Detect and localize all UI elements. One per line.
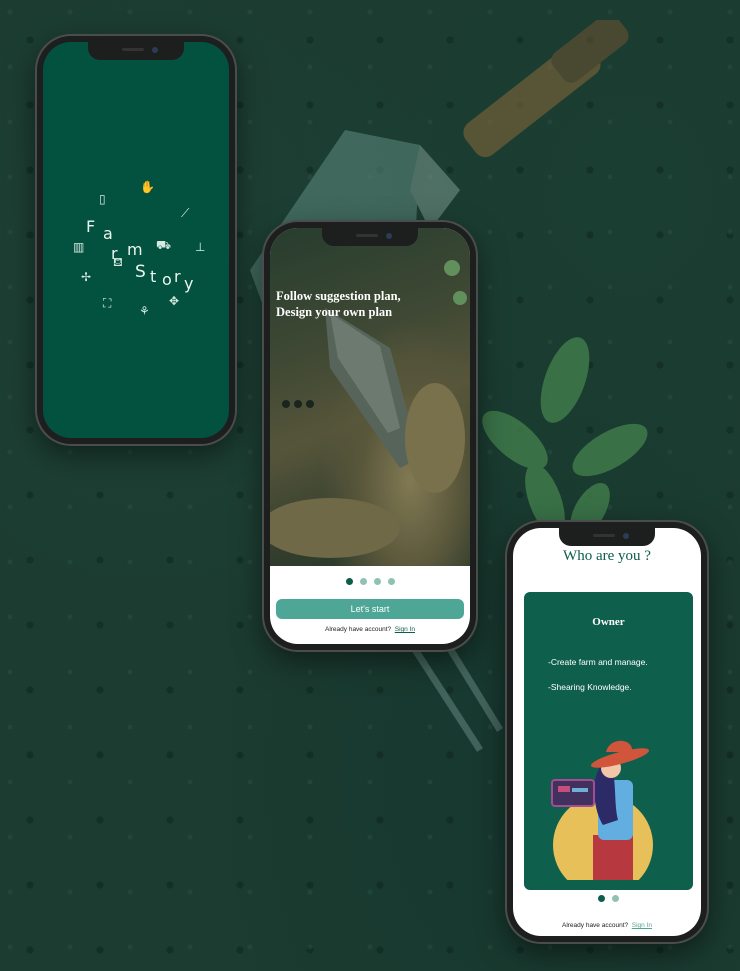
sign-in-link[interactable]: Sign In — [395, 626, 415, 633]
phone-notch — [559, 528, 655, 546]
sign-in-prompt: Already have account? Sign In — [513, 922, 701, 929]
scarecrow-icon: ✥ — [169, 294, 180, 308]
gardening-photo: Follow suggestion plan, Design your own … — [270, 228, 470, 566]
phone-notch — [322, 228, 418, 246]
logo-letter-r2: r — [174, 267, 181, 286]
onboarding-phone: Follow suggestion plan, Design your own … — [264, 222, 476, 650]
windmill-icon: ✢ — [81, 270, 92, 284]
seed-bag-icon: ▯ — [99, 192, 106, 206]
owner-role-card[interactable]: Owner -Create farm and manage. -Shearing… — [524, 592, 693, 890]
logo-letter-a: a — [103, 224, 113, 243]
farmer-woman-illustration — [551, 740, 653, 880]
page-dot-1[interactable] — [346, 578, 353, 585]
page-dot-2[interactable] — [612, 895, 619, 902]
logo-letter-y: y — [184, 274, 194, 293]
phone-notch — [88, 42, 184, 60]
onboarding-screen: Follow suggestion plan, Design your own … — [270, 228, 470, 644]
splash-phone: F a r m S t o r y ▯ ✋ ⟋ ▥ ⛟ ⊥ ⛾ ✢ ⛶ ⚘ ✥ — [37, 36, 235, 444]
onboarding-headline: Follow suggestion plan, Design your own … — [276, 288, 401, 320]
sign-in-link[interactable]: Sign In — [632, 922, 652, 929]
lawnmower-icon: ⛟ — [156, 238, 172, 252]
page-indicator — [346, 578, 395, 585]
background-plant-illustration — [482, 337, 648, 538]
page-dot-2[interactable] — [360, 578, 367, 585]
logo-letter-s: S — [135, 262, 146, 282]
logo-letter-f: F — [86, 217, 96, 236]
trowel-icon: ⟋ — [181, 206, 190, 220]
headline-line-2: Design your own plan — [276, 305, 393, 319]
headline-line-1: Follow suggestion plan, — [276, 289, 401, 303]
role-select-screen: Who are you ? Owner -Create farm and man… — [513, 528, 701, 936]
sign-in-prompt: Already have account? Sign In — [270, 626, 470, 633]
wheelbarrow-icon: ⛾ — [113, 255, 123, 269]
lets-start-button[interactable]: Let's start — [276, 599, 464, 619]
page-dot-4[interactable] — [388, 578, 395, 585]
page-dot-1[interactable] — [598, 895, 605, 902]
logo-letter-o: o — [162, 270, 172, 289]
plant-icon: ⚘ — [139, 304, 150, 318]
logo-letter-m: m — [127, 240, 143, 259]
page-dot-3[interactable] — [374, 578, 381, 585]
logo-letter-t: t — [150, 267, 157, 286]
role-card-bullet-2: -Shearing Knowledge. — [548, 682, 632, 692]
fence-icon: ▥ — [73, 240, 85, 254]
watering-can-icon: ⛶ — [103, 296, 112, 310]
gloves-icon: ✋ — [140, 180, 155, 194]
role-select-phone: Who are you ? Owner -Create farm and man… — [507, 522, 707, 942]
page-title: Who are you ? — [563, 548, 651, 564]
page-indicator — [598, 895, 619, 902]
splash-screen: F a r m S t o r y ▯ ✋ ⟋ ▥ ⛟ ⊥ ⛾ ✢ ⛶ ⚘ ✥ — [43, 42, 229, 438]
already-have-account-text: Already have account? — [561, 922, 629, 929]
already-have-account-text: Already have account? — [324, 626, 392, 633]
role-card-title: Owner — [592, 616, 625, 628]
rake-icon: ⊥ — [195, 240, 206, 254]
role-card-bullet-1: -Create farm and manage. — [548, 657, 648, 667]
